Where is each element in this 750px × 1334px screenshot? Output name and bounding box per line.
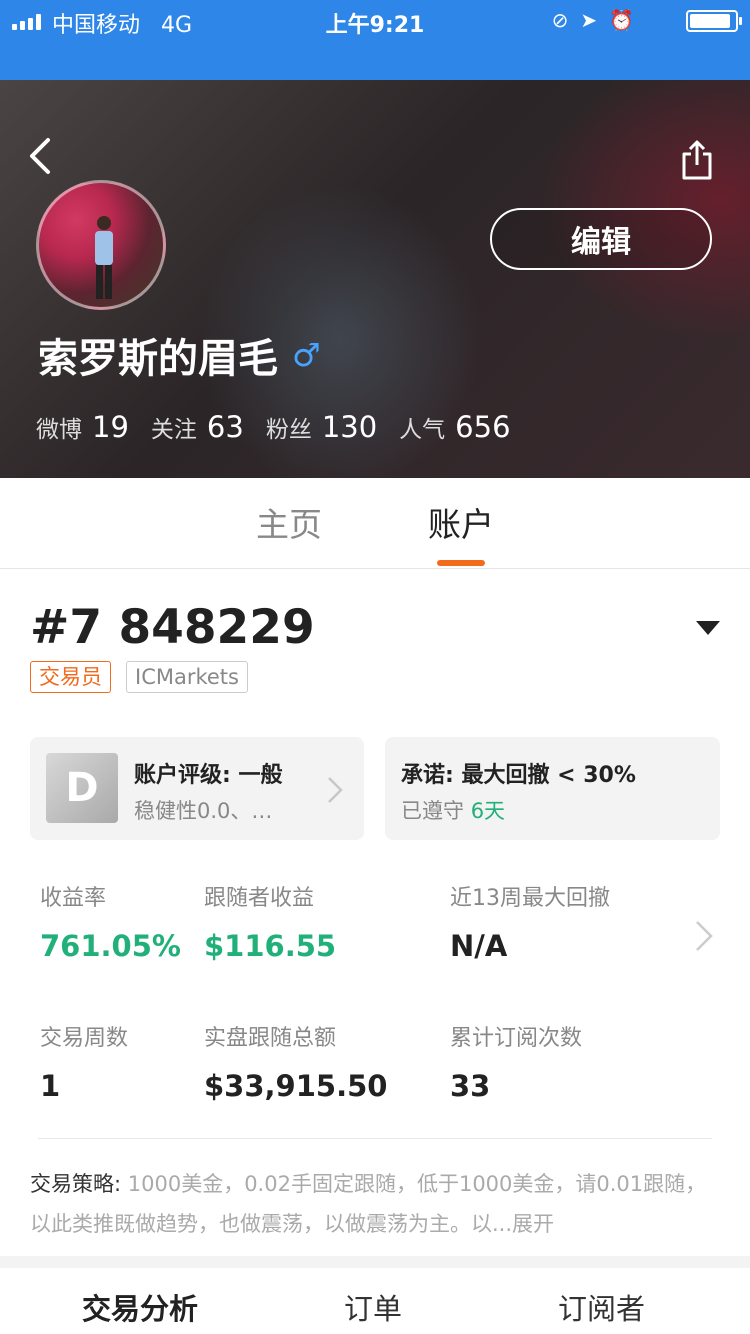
metric-value-follower-profit: $116.55 — [204, 929, 337, 963]
trading-strategy: 交易策略: 1000美金，0.02手固定跟随，低于1000美金，请0.01跟随，… — [30, 1164, 710, 1244]
metric-value-return: 761.05% — [40, 929, 181, 963]
metric-label-trading-weeks: 交易周数 — [40, 1026, 129, 1051]
status-time: 上午9:21 — [325, 13, 425, 38]
tab-account[interactable]: 账户 — [428, 498, 494, 546]
rating-badge: D — [46, 753, 118, 823]
active-tab-indicator — [437, 560, 485, 566]
stat-label-popularity: 人气 — [399, 417, 446, 443]
metric-value-follow-total: $33,915.50 — [204, 1069, 388, 1103]
stat-value-weibo[interactable]: 19 — [92, 410, 129, 444]
promise-observed: 已遵守 6天 — [401, 795, 505, 825]
battery-icon — [686, 10, 742, 32]
metric-label-max-drawdown: 近13周最大回撤 — [450, 886, 610, 911]
account-dropdown-icon[interactable] — [696, 621, 720, 635]
metric-label-subscriptions: 累计订阅次数 — [450, 1026, 583, 1051]
promise-observed-days: 6天 — [470, 799, 506, 823]
orientation-lock-icon: ⊘ — [551, 8, 569, 32]
chevron-right-icon — [328, 777, 343, 803]
divider — [38, 1138, 712, 1139]
profile-tabs: 主页 账户 — [0, 478, 750, 569]
account-number: #7 848229 — [30, 600, 315, 655]
back-icon[interactable] — [26, 136, 56, 176]
male-icon: ♂ — [292, 336, 321, 374]
stat-label-following: 关注 — [150, 417, 197, 443]
tab-subscribers[interactable]: 订阅者 — [558, 1286, 645, 1328]
avatar[interactable] — [36, 180, 166, 310]
metric-label-follower-profit: 跟随者收益 — [204, 886, 315, 911]
tab-orders[interactable]: 订单 — [344, 1286, 402, 1328]
username-text: 索罗斯的眉毛 — [38, 336, 278, 382]
expand-link[interactable]: 展开 — [512, 1212, 554, 1236]
rating-subtitle: 稳健性0.0、… — [134, 799, 273, 823]
promise-title: 承诺: 最大回撤 < 30% — [401, 763, 636, 788]
alarm-icon: ⏰ — [609, 8, 634, 32]
metric-label-follow-total: 实盘跟随总额 — [204, 1026, 337, 1051]
profile-stats: 微博 19 关注 63 粉丝 130 人气 656 — [36, 410, 533, 444]
stat-label-weibo: 微博 — [36, 417, 82, 443]
stat-value-following[interactable]: 63 — [207, 410, 244, 444]
stat-value-popularity: 656 — [455, 410, 511, 444]
metric-value-max-drawdown: N/A — [450, 929, 508, 963]
edit-profile-button[interactable]: 编辑 — [490, 208, 712, 270]
share-icon[interactable] — [680, 138, 714, 182]
profile-header: 编辑 索罗斯的眉毛 ♂ 微博 19 关注 63 粉丝 130 人气 656 — [0, 80, 750, 478]
stat-label-fans: 粉丝 — [265, 417, 312, 443]
section-gap — [0, 1256, 750, 1268]
status-bar: 中国移动 4G 上午9:21 ⊘ ➤ ⏰ — [0, 0, 750, 80]
rating-title: 账户评级: 一般 — [134, 763, 283, 788]
promise-card[interactable]: 承诺: 最大回撤 < 30% 已遵守 6天 — [385, 737, 720, 840]
profile-username: 索罗斯的眉毛 ♂ — [38, 326, 321, 384]
metric-value-subscriptions: 33 — [450, 1069, 491, 1103]
metric-value-trading-weeks: 1 — [40, 1069, 61, 1103]
strategy-label: 交易策略: — [30, 1172, 122, 1196]
promise-observed-label: 已遵守 — [401, 799, 464, 823]
strategy-text: 1000美金，0.02手固定跟随，低于1000美金，请0.01跟随，以此类推既做… — [30, 1172, 707, 1236]
trader-tag: 交易员 — [30, 661, 111, 693]
chevron-right-icon[interactable] — [694, 919, 714, 953]
account-rating-card[interactable]: D 账户评级: 一般 稳健性0.0、… — [30, 737, 364, 840]
metric-label-return: 收益率 — [40, 886, 107, 911]
tab-trade-analysis[interactable]: 交易分析 — [82, 1286, 198, 1328]
location-arrow-icon: ➤ — [580, 8, 598, 32]
avatar-photo — [95, 216, 113, 299]
broker-tag: ICMarkets — [126, 661, 248, 693]
stat-value-fans[interactable]: 130 — [322, 410, 377, 444]
bottom-tabs: 交易分析 订单 订阅者 — [0, 1268, 750, 1334]
tab-home[interactable]: 主页 — [256, 498, 322, 546]
